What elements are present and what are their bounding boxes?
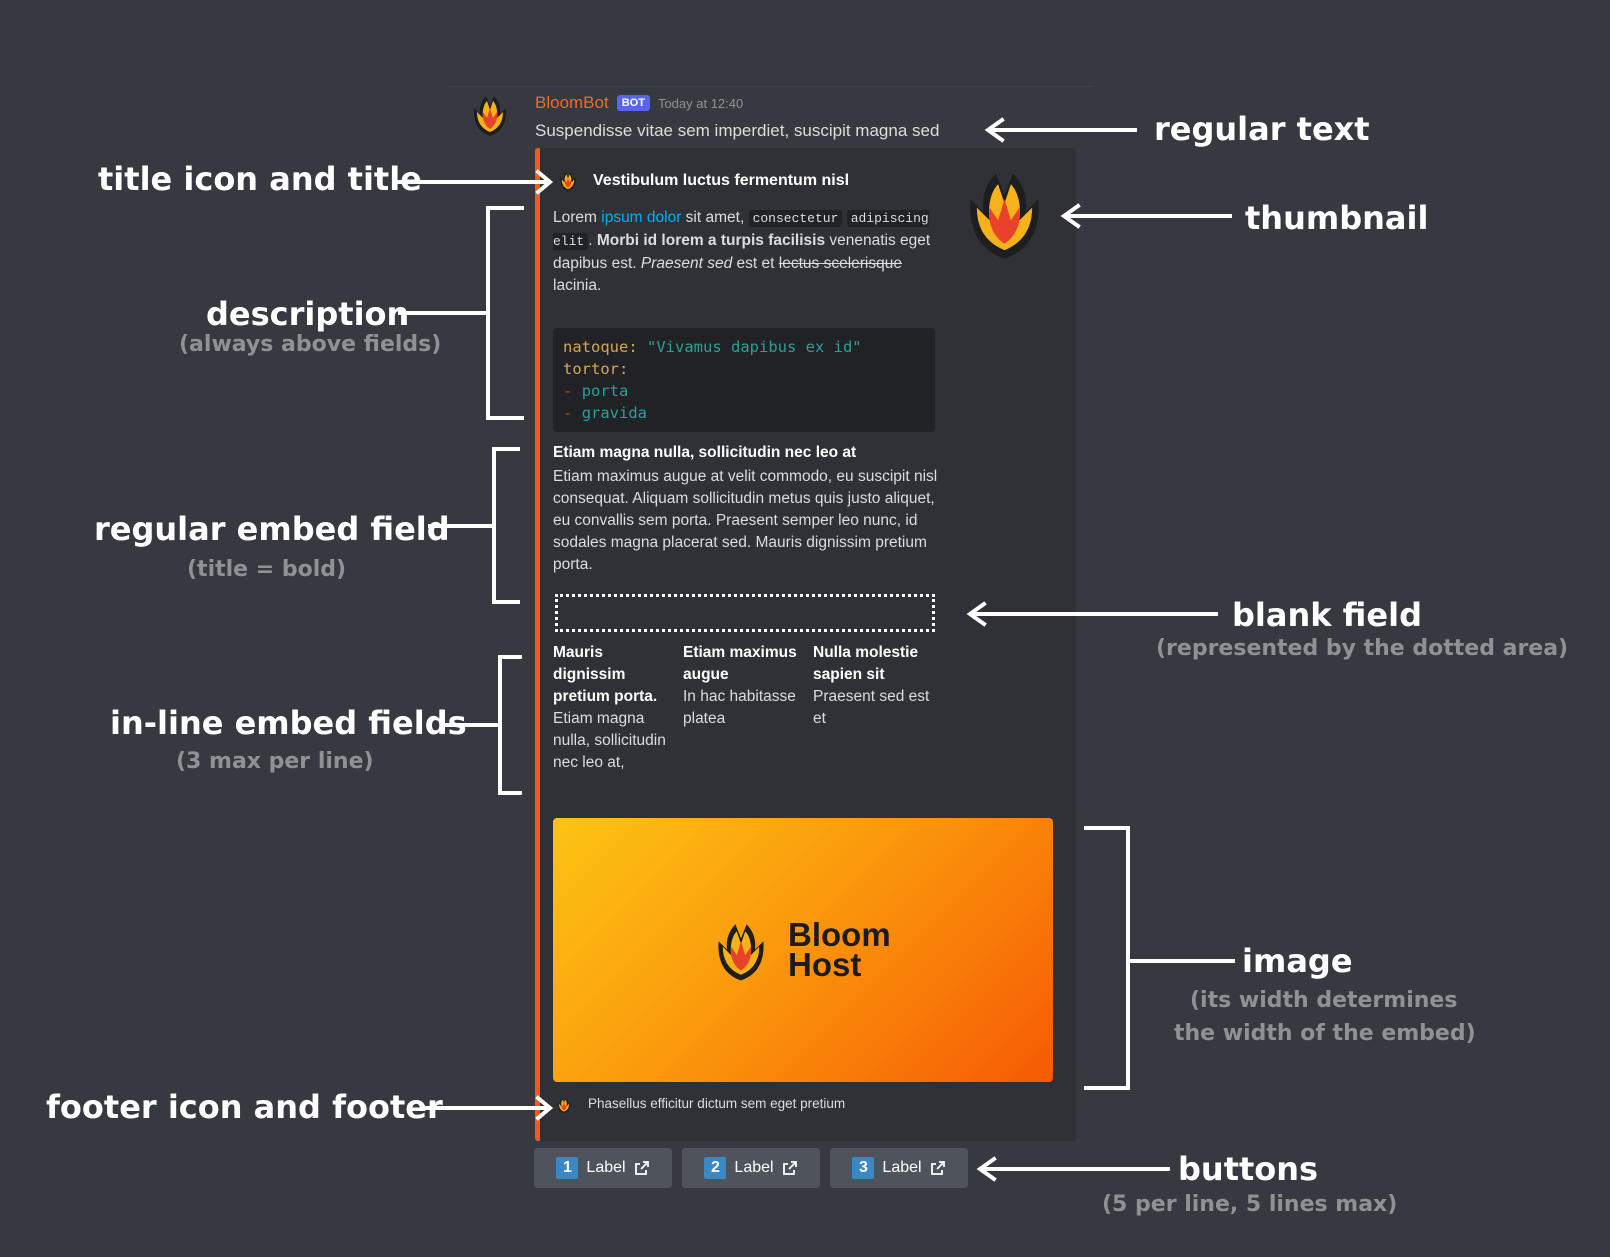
label-regular-field: regular embed field [94, 510, 450, 548]
label-buttons-sub: (5 per line, 5 lines max) [1102, 1192, 1398, 1217]
label-description: description [206, 295, 410, 333]
label-regular-field-sub: (title = bold) [187, 557, 347, 582]
label-inline-fields: in-line embed fields [110, 704, 467, 742]
label-image-sub1: (its width determines [1190, 988, 1458, 1013]
label-image-sub2: the width of the embed) [1174, 1021, 1476, 1046]
label-regular-text: regular text [1154, 110, 1370, 148]
label-footer: footer icon and footer [46, 1088, 443, 1126]
label-title-icon: title icon and title [98, 160, 422, 198]
label-blank-field: blank field [1232, 596, 1422, 634]
label-image: image [1242, 942, 1353, 980]
label-blank-field-sub: (represented by the dotted area) [1156, 636, 1569, 661]
label-inline-fields-sub: (3 max per line) [176, 749, 374, 774]
label-thumbnail: thumbnail [1245, 199, 1429, 237]
label-buttons: buttons [1178, 1150, 1319, 1188]
label-description-sub: (always above fields) [179, 332, 442, 357]
